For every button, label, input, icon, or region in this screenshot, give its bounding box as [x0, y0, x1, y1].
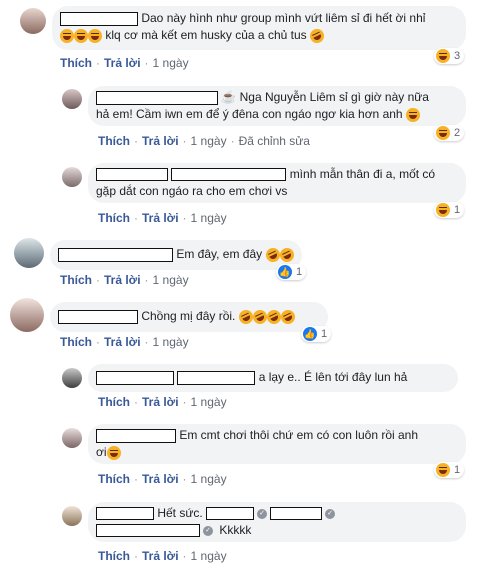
redacted-name	[96, 370, 174, 385]
redacted-name	[206, 507, 255, 521]
like-link[interactable]: Thích	[60, 273, 92, 287]
like-link[interactable]: Thích	[60, 56, 92, 70]
comment-actions: Thích · Trả lời · 1 ngày	[98, 211, 227, 225]
comment-text: klq cơ mà kết em husky của a chủ tus	[105, 28, 307, 42]
reply-link[interactable]: Trả lời	[104, 56, 141, 70]
timestamp[interactable]: 1 ngày	[191, 211, 227, 225]
comment-bubble: Dao này hình như group mình vứt liêm sỉ …	[52, 6, 466, 50]
edited-label[interactable]: Đã chỉnh sửa	[239, 134, 310, 148]
redacted-name	[96, 524, 200, 538]
reaction-count[interactable]: 3	[434, 48, 465, 64]
redacted-name	[177, 370, 256, 385]
redacted-name	[171, 168, 287, 182]
reply-link[interactable]: Trả lời	[142, 549, 179, 563]
rofl-emoji-icon	[307, 26, 327, 46]
comment-text: Chồng mị đây rồi.	[141, 309, 236, 323]
comment-text: Dao này hình như group mình vứt liêm sỉ …	[141, 11, 426, 25]
comment-text: hả em! Cầm iwn em để ý đêna con ngáo ngơ…	[96, 107, 403, 121]
laughing-emoji-icon	[436, 463, 450, 477]
avatar[interactable]	[20, 8, 46, 34]
laughing-emoji-icon	[405, 107, 420, 122]
comment-text: mình mẫn thân đi a, mốt có	[289, 167, 436, 181]
comment-bubble: Hết sức. ✓ ✓ ✓ Kkkkk	[88, 502, 466, 542]
comment-text: Em đây, em đây	[176, 247, 263, 261]
like-link[interactable]: Thích	[98, 549, 130, 563]
comment-bubble: Em đây, em đây	[50, 240, 302, 270]
rofl-emoji-icon	[278, 307, 298, 327]
comment-text: Kkkkk	[219, 523, 252, 537]
laughing-emoji-icon	[74, 28, 88, 43]
laughing-emoji-icon	[436, 49, 450, 63]
comment-actions: Thích · Trả lời · 1 ngày	[98, 395, 227, 409]
redacted-name	[96, 507, 154, 521]
redacted-name	[58, 309, 138, 324]
laughing-emoji-icon	[436, 203, 450, 217]
avatar[interactable]	[62, 428, 82, 448]
timestamp[interactable]: 1 ngày	[191, 134, 227, 148]
comment-bubble: a lạy e.. É lên tới đây lun hả	[88, 364, 458, 392]
laughing-emoji-icon	[88, 28, 102, 43]
comment-actions: Thích · Trả lời · 1 ngày · Đã chỉnh sửa	[98, 134, 310, 148]
verified-icon: ✓	[257, 508, 268, 519]
like-link[interactable]: Thích	[98, 472, 130, 486]
comment-text: Hết sức.	[157, 506, 203, 520]
reply-link[interactable]: Trả lời	[142, 134, 179, 148]
avatar[interactable]	[62, 89, 82, 109]
reply-link[interactable]: Trả lời	[142, 395, 179, 409]
like-link[interactable]: Thích	[98, 211, 130, 225]
reaction-count[interactable]: 👍 1	[276, 264, 307, 280]
like-link[interactable]: Thích	[98, 134, 130, 148]
reaction-count[interactable]: 👍 1	[301, 326, 332, 342]
redacted-name	[58, 247, 173, 262]
comment-text: ơi	[96, 445, 107, 459]
avatar[interactable]	[14, 238, 44, 268]
redacted-name	[96, 90, 218, 105]
like-link[interactable]: Thích	[60, 335, 92, 349]
comment-actions: Thích · Trả lời · 1 ngày	[60, 273, 189, 287]
comment-bubble: mình mẫn thân đi a, mốt có gặp dắt con n…	[88, 163, 466, 203]
reaction-count[interactable]: 1	[434, 462, 465, 478]
comment-actions: Thích · Trả lời · 1 ngày	[98, 549, 227, 563]
timestamp[interactable]: 1 ngày	[191, 472, 227, 486]
comment-text: a lạy e.. É lên tới đây lun hả	[258, 370, 408, 384]
timestamp[interactable]: 1 ngày	[191, 395, 227, 409]
comment-actions: Thích · Trả lời · 1 ngày	[60, 335, 189, 349]
timestamp[interactable]: 1 ngày	[191, 549, 227, 563]
like-reaction-icon: 👍	[303, 327, 317, 341]
like-reaction-icon: 👍	[278, 265, 292, 279]
laughing-emoji-icon	[106, 445, 121, 460]
comment-actions: Thích · Trả lời · 1 ngày	[60, 56, 189, 70]
verified-icon: ✓	[203, 525, 213, 536]
laughing-emoji-icon	[436, 126, 450, 140]
laughing-emoji-icon	[60, 28, 74, 43]
reply-link[interactable]: Trả lời	[142, 472, 179, 486]
reaction-count[interactable]: 2	[434, 125, 465, 141]
comment-text: ☕ Nga Nguyễn Liêm sỉ gì giờ này nữa	[221, 90, 429, 104]
like-link[interactable]: Thích	[98, 395, 130, 409]
comment-text: gặp dắt con ngáo ra cho em chơi vs	[96, 184, 288, 198]
timestamp[interactable]: 1 ngày	[153, 273, 189, 287]
comment-bubble: ☕ Nga Nguyễn Liêm sỉ gì giờ này nữa hả e…	[88, 86, 466, 126]
comment-bubble: Chồng mị đây rồi.	[50, 302, 328, 332]
redacted-name	[96, 168, 168, 182]
avatar[interactable]	[62, 167, 82, 187]
reply-link[interactable]: Trả lời	[104, 273, 141, 287]
timestamp[interactable]: 1 ngày	[153, 335, 189, 349]
rofl-emoji-icon	[277, 245, 296, 265]
reply-link[interactable]: Trả lời	[104, 335, 141, 349]
avatar[interactable]	[62, 506, 82, 526]
reaction-count[interactable]: 1	[434, 202, 465, 218]
redacted-name	[270, 507, 323, 521]
timestamp[interactable]: 1 ngày	[153, 56, 189, 70]
avatar[interactable]	[10, 298, 44, 332]
avatar[interactable]	[62, 368, 82, 388]
redacted-name	[60, 11, 138, 26]
comment-actions: Thích · Trả lời · 1 ngày	[98, 472, 227, 486]
reply-link[interactable]: Trả lời	[142, 211, 179, 225]
verified-icon: ✓	[325, 508, 336, 519]
comment-bubble: Em cmt chơi thôi chứ em có con luôn rồi …	[88, 424, 466, 464]
comment-text: Em cmt chơi thôi chứ em có con luôn rồi …	[179, 428, 419, 442]
redacted-name	[96, 428, 176, 443]
